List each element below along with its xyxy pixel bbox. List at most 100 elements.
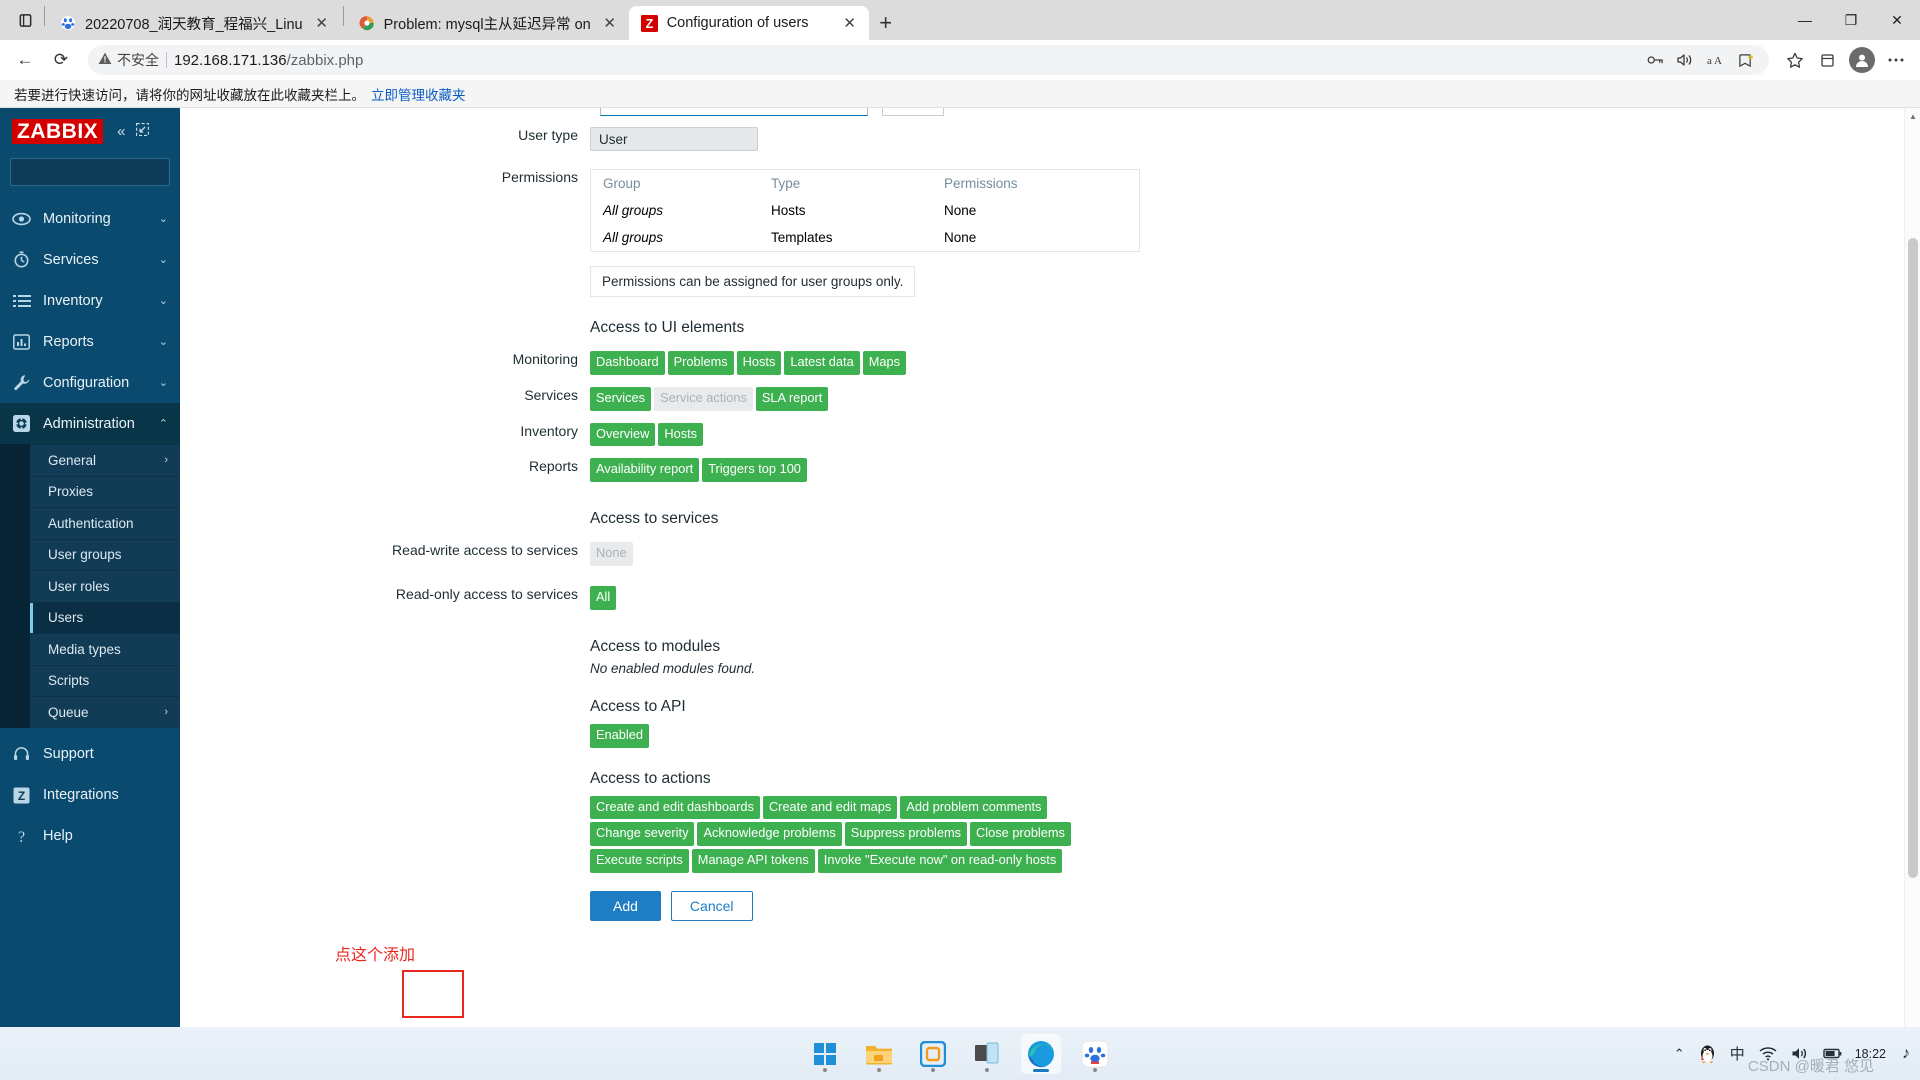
collections-icon[interactable] [1812,44,1844,76]
section-title-ui-elements: Access to UI elements [590,319,745,336]
notification-icon[interactable]: ♪ [1900,1039,1912,1069]
chevron-down-icon: ⌄ [158,377,168,389]
sidebar-item-scripts[interactable]: Scripts [30,664,180,696]
zabbix-sidebar: ZABBIX « Monitoring ⌄ Services ⌄ Invento… [0,108,209,1080]
app-icon[interactable] [913,1034,953,1074]
sidebar-item-integrations[interactable]: Z Integrations [0,775,180,816]
start-icon[interactable] [805,1034,845,1074]
sidebar-item-media-types[interactable]: Media types [30,633,180,665]
back-button[interactable]: ← [8,43,42,77]
browser-tab-3-active[interactable]: Z Configuration of users ✕ [628,6,869,40]
add-button[interactable]: Add [590,890,661,921]
zabbix-z-icon: Z [12,787,31,804]
column-header-type: Type [771,176,801,191]
browser-tab-2[interactable]: Problem: mysql主从延迟异常 on ✕ [346,6,629,40]
minimize-button[interactable]: — [1782,0,1828,40]
ui-reports-row: Reports Availability report Triggers top… [190,452,1920,488]
services-access-title-row: Access to services [190,488,1920,536]
read-aloud-icon[interactable] [1671,46,1699,74]
sidebar-item-proxies[interactable]: Proxies [30,475,180,507]
ui-badges-monitoring: Dashboard Problems Hosts Latest data Map… [590,351,1920,375]
ui-services-row: Services Services Service actions SLA re… [190,381,1920,417]
cell-type: Templates [771,230,833,245]
sidebar-item-inventory[interactable]: Inventory ⌄ [0,280,180,321]
clipped-select-button[interactable] [882,108,944,116]
avatar[interactable] [1849,47,1875,73]
new-tab-button[interactable]: + [869,6,903,40]
zabbix-problem-icon [358,14,376,32]
sidebar-item-administration[interactable]: Administration ⌃ [0,403,180,444]
status-badge: Create and edit dashboards [590,795,760,820]
manage-favorites-link[interactable]: 立即管理收藏夹 [371,84,466,104]
tab-divider [342,6,344,26]
submenu-label: General [48,452,97,468]
submenu-label: Authentication [48,515,134,531]
favorites-icon[interactable] [1779,44,1811,76]
page-scrollbar[interactable]: ▲ ▼ [1904,108,1920,1080]
translate-icon[interactable]: aA [1701,46,1729,74]
collapse-sidebar-icon[interactable]: « [117,123,125,140]
tab-strip: 20220708_润天教育_程福兴_Linu ✕ Problem: mysql主… [0,0,1920,40]
qq-penguin-icon[interactable] [1697,1039,1718,1069]
tab-title: 20220708_润天教育_程福兴_Linu [85,16,303,33]
close-window-button[interactable]: ✕ [1874,0,1920,40]
user-type-row: User type User [190,127,1920,151]
more-settings-icon[interactable] [1880,44,1912,76]
tab-search-icon[interactable] [8,0,42,40]
address-bar[interactable]: 不安全 192.168.171.136/zabbix.php aA [88,45,1769,75]
sidebar-item-services[interactable]: Services ⌄ [0,239,180,280]
status-badge: Maps [862,351,907,375]
browser-tab-1[interactable]: 20220708_润天教育_程福兴_Linu ✕ [47,6,341,40]
scrollbar-thumb[interactable] [1908,238,1918,878]
zabbix-logo[interactable]: ZABBIX [12,118,104,144]
sidebar-item-monitoring[interactable]: Monitoring ⌄ [0,198,180,239]
sidebar-item-authentication[interactable]: Authentication [30,507,180,539]
sidebar-search[interactable] [10,158,209,186]
ime-chinese-icon[interactable]: 中 [1728,1039,1747,1069]
sidebar-item-support[interactable]: Support [0,734,180,775]
sidebar-item-queue[interactable]: Queue › [30,696,180,728]
read-write-services-row: Read-write access to services None [190,536,1920,572]
list-icon [12,294,31,308]
scroll-up-arrow[interactable]: ▲ [1905,108,1920,124]
reload-button[interactable]: ⟳ [44,43,78,77]
clipped-text-input[interactable] [600,108,868,116]
sidebar-item-help[interactable]: ? Help [0,816,180,857]
baidu-netdisk-icon[interactable] [1075,1034,1115,1074]
chevron-right-icon: › [164,706,168,719]
sidebar-header: ZABBIX « [0,108,180,154]
search-input[interactable] [19,164,195,180]
sidebar-item-general[interactable]: General › [30,444,180,476]
sidebar-item-reports[interactable]: Reports ⌄ [0,321,180,362]
sidebar-item-user-roles[interactable]: User roles [30,570,180,602]
device-icon[interactable] [967,1034,1007,1074]
sidebar-item-user-groups[interactable]: User groups [30,538,180,570]
chevron-down-icon: ⌄ [158,295,168,307]
permissions-label: Permissions [501,169,578,185]
navigation-bar: ← ⟳ 不安全 192.168.171.136/zabbix.php aA [0,40,1920,80]
security-warning[interactable]: 不安全 [98,50,159,70]
close-icon[interactable]: ✕ [311,12,333,34]
close-icon[interactable]: ✕ [839,12,861,34]
file-explorer-icon[interactable] [859,1034,899,1074]
sidebar-item-label: Support [43,746,94,762]
collections-add-icon[interactable] [1731,46,1759,74]
permissions-note: Permissions can be assigned for user gro… [590,266,916,297]
key-icon[interactable] [1641,46,1669,74]
omnibox-divider [166,52,167,68]
cancel-button[interactable]: Cancel [670,890,753,921]
submenu-label: User roles [48,578,110,594]
sidebar-item-users[interactable]: Users [30,601,180,633]
hide-sidebar-icon[interactable] [135,123,149,139]
tray-expand-icon[interactable]: ⌃ [1672,1039,1687,1069]
status-badge: Acknowledge problems [697,822,842,847]
chevron-up-icon: ⌃ [158,418,168,430]
sidebar-item-configuration[interactable]: Configuration ⌄ [0,362,180,403]
close-icon[interactable]: ✕ [599,12,621,34]
edge-icon[interactable] [1021,1033,1061,1074]
maximize-button[interactable]: ❐ [1828,0,1874,40]
watermark-text: CSDN @暖君 悠见 [1747,1058,1874,1075]
user-type-value: User [590,127,758,151]
stopwatch-icon [12,251,31,268]
url-host: 192.168.171.136 [174,51,287,69]
